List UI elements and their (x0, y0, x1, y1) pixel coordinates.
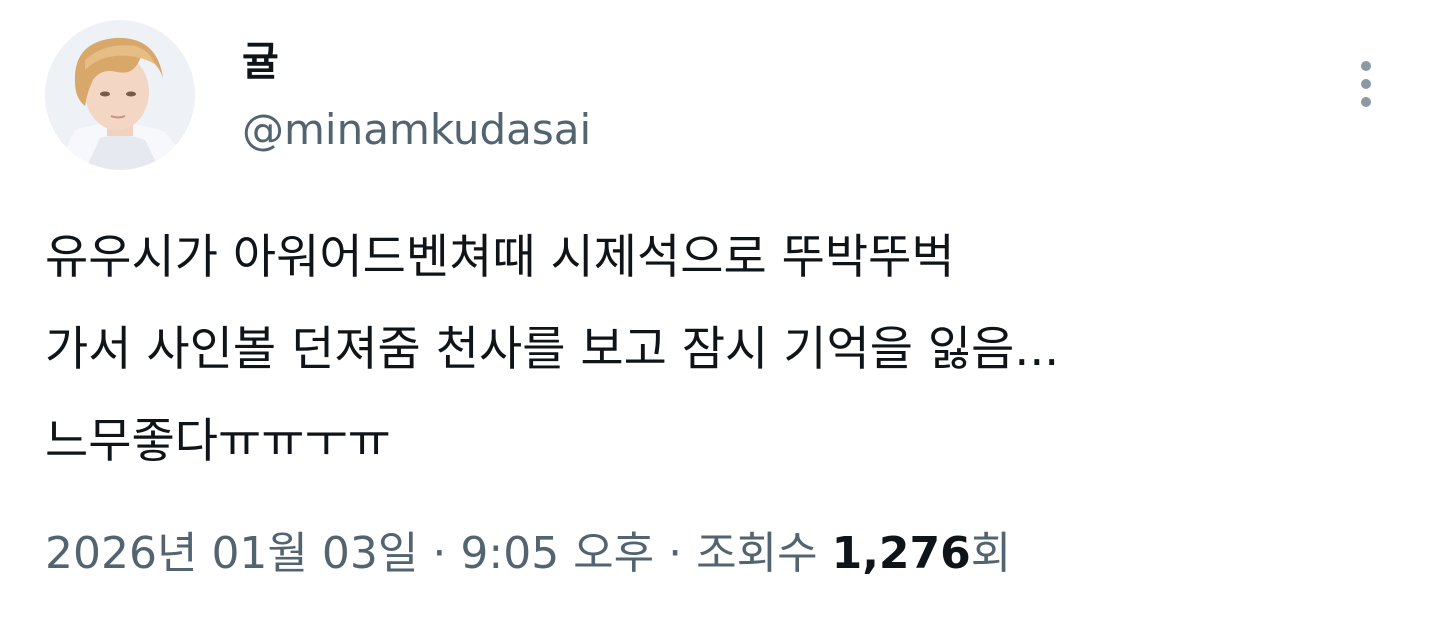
avatar[interactable] (45, 20, 195, 170)
avatar-photo (45, 20, 195, 170)
tweet-metadata: 2026년 01월 03일 · 9:05 오후 · 조회수 1,276회 (45, 522, 1011, 586)
tweet-text-line: 느무좋다ㅠㅠㅜㅠ (45, 414, 391, 469)
tweet-date[interactable]: 2026년 01월 03일 (45, 528, 418, 579)
separator-dot: · (668, 528, 683, 579)
views-count: 1,276 (831, 528, 971, 579)
tweet-time[interactable]: 9:05 오후 (460, 528, 654, 579)
tweet-text-line: 가서 사인볼 던져줌 천사를 보고 잠시 기억을 잃음... (45, 322, 1060, 377)
tweet-text-line: 유우시가 아워어드벤쳐때 시제석으로 뚜박뚜벅 (45, 230, 955, 285)
user-handle[interactable]: @minamkudasai (242, 102, 591, 158)
views-label: 조회수 (696, 528, 818, 579)
views-suffix: 회 (970, 528, 1012, 579)
more-vertical-icon (1361, 61, 1371, 107)
more-options-button[interactable] (1346, 52, 1386, 116)
separator-dot: · (432, 528, 447, 579)
tweet-text: 유우시가 아워어드벤쳐때 시제석으로 뚜박뚜벅 가서 사인볼 던져줌 천사를 보… (45, 212, 1405, 488)
display-name[interactable]: 귤 (242, 36, 279, 88)
